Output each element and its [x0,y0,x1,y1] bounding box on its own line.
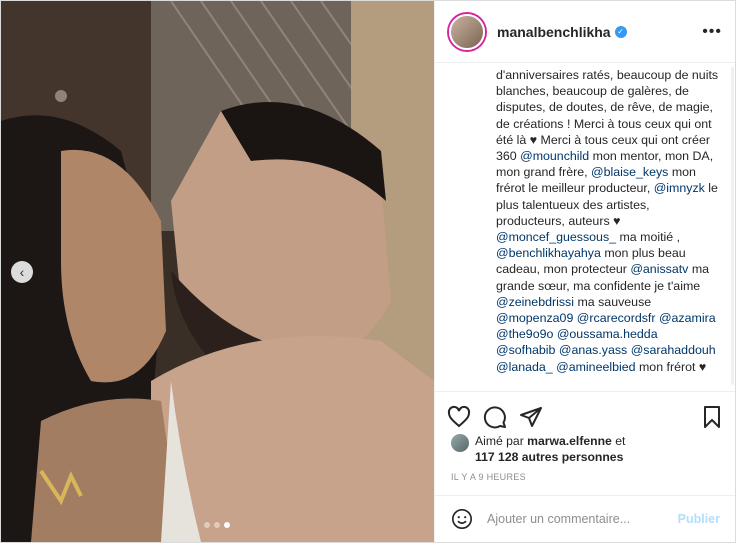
caption-mention[interactable]: @benchlikhayahya [496,246,601,260]
caption-scrollbar[interactable] [730,67,735,385]
post-header: manalbenchlikha ✓ ••• [435,1,735,63]
caption-mention[interactable]: @imnyzk [654,181,705,195]
photo-illustration [1,1,434,542]
comment-icon[interactable] [483,405,507,429]
caption-mention[interactable]: @moncef_guessous_ [496,230,616,244]
caption-text: ma moitié , [616,230,681,245]
username[interactable]: manalbenchlikha [497,24,611,40]
more-options-icon[interactable]: ••• [702,23,722,41]
caption-mention[interactable]: @rcarecordsfr [577,311,656,325]
caption-mention[interactable]: @anas.yass [559,343,627,357]
heart-icon[interactable] [447,405,471,429]
smile-icon[interactable] [451,508,473,530]
publish-button[interactable]: Publier [678,512,720,526]
caption-text: mon frérot ♥ [635,359,707,374]
caption-mention[interactable]: @zeinebdrissi [496,295,574,309]
caption-mention[interactable]: @mounchild [520,149,589,163]
carousel-dots [204,522,230,528]
verified-icon: ✓ [614,25,627,38]
post-caption: d'anniversaires ratés, beaucoup de nuits… [435,63,735,388]
carousel-dot [214,522,220,528]
caption-mention[interactable]: @the9o9o [496,327,553,341]
liker-username[interactable]: marwa.elfenne [527,434,612,448]
carousel-dot [204,522,210,528]
caption-mention[interactable]: @mopenza09 [496,311,573,325]
likes-count[interactable]: 117 128 autres personnes [475,450,623,464]
avatar[interactable] [449,13,485,50]
share-icon[interactable] [519,405,543,429]
likes-middle: et [611,434,626,448]
carousel-prev-icon[interactable]: ‹ [11,261,33,283]
comment-input[interactable]: Ajouter un commentaire... [487,512,630,526]
caption-mention[interactable]: @azamira [659,311,716,325]
caption-mention[interactable]: @sofhabib [496,343,555,357]
caption-mention[interactable]: @anissatv [630,262,688,276]
post-frame: ‹ manalbenchlikha ✓ ••• d'anniversaires … [0,0,736,543]
carousel-dot-active [224,522,230,528]
post-photo[interactable]: ‹ [1,1,434,542]
caption-mention[interactable]: @blaise_keys [591,165,668,179]
caption-mention[interactable]: @oussama.hedda [557,327,658,341]
likes-prefix: Aimé par [475,434,528,448]
bookmark-icon[interactable] [700,405,724,429]
likes-summary: Aimé par marwa.elfenne et 117 128 autres… [451,433,625,465]
post-sidebar: manalbenchlikha ✓ ••• d'anniversaires ra… [434,1,735,542]
caption-mention[interactable]: @sarahaddouh [631,343,716,357]
caption-text: ma sauveuse [574,294,652,309]
comment-box: Ajouter un commentaire... Publier [435,495,735,542]
post-timestamp[interactable]: IL Y A 9 HEURES [451,472,526,482]
caption-mention[interactable]: @amineelbied [556,360,635,374]
caption-mention[interactable]: @lanada_ [496,360,553,374]
liker-avatar[interactable] [451,434,469,452]
